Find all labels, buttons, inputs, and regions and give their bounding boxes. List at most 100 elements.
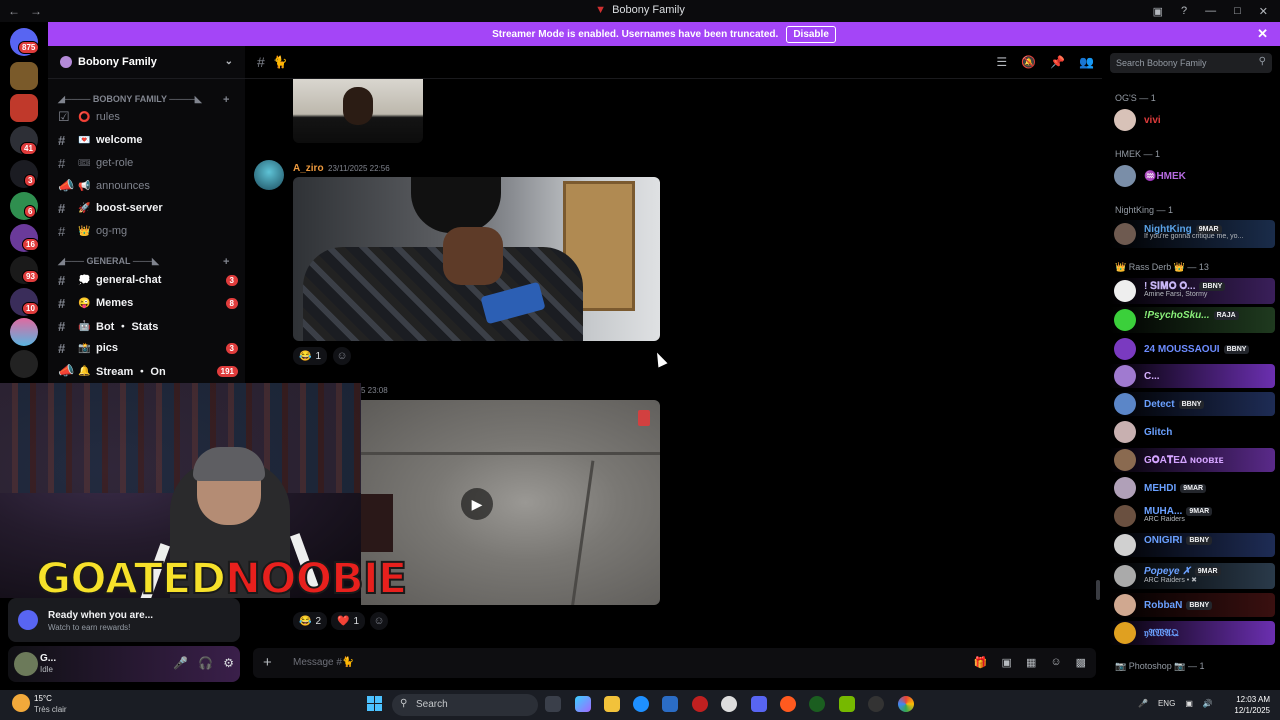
gift-icon[interactable]: 🎁: [974, 656, 988, 669]
headphones-icon[interactable]: 🎧: [198, 656, 213, 670]
member-item[interactable]: RobbaN BBNY: [1109, 593, 1275, 617]
image-attachment[interactable]: [293, 79, 423, 143]
file-explorer-icon[interactable]: [604, 696, 620, 712]
taskbar-search[interactable]: ⚲ Search: [392, 694, 538, 716]
avatar[interactable]: [14, 652, 38, 676]
channel-name: og-mg: [96, 225, 128, 237]
clock[interactable]: 12:03 AM 12/1/2025: [1226, 694, 1270, 716]
channel-og-mg[interactable]: # 👑 og-mg: [58, 221, 238, 241]
message-composer[interactable]: + Message #🐈 🎁 ▣ ▦ ☺ ▩: [253, 648, 1096, 678]
minimize-button[interactable]: —: [1205, 5, 1216, 17]
avatar: [1114, 223, 1136, 245]
reaction-heart[interactable]: ❤️ 1: [331, 612, 366, 630]
inbox-icon[interactable]: ▣: [1153, 5, 1163, 18]
chrome-icon[interactable]: [898, 696, 914, 712]
channel-stream-on[interactable]: 📣 🔔 Stream ・ On 191: [58, 361, 238, 381]
help-icon[interactable]: ?: [1181, 5, 1187, 17]
message-input[interactable]: Message #🐈: [293, 657, 354, 668]
microphone-icon[interactable]: 🎤: [173, 656, 188, 670]
member-item[interactable]: MUHA... 9MAR ARC Raiders: [1109, 503, 1275, 529]
member-item[interactable]: vivi: [1109, 108, 1275, 132]
obs-icon[interactable]: [868, 696, 884, 712]
add-channel-icon[interactable]: +: [223, 256, 229, 268]
member-item[interactable]: G𝐎Α𝐓ΕΔ ɴᴏᴏʙɪᴇ: [1109, 448, 1275, 472]
category-general[interactable]: ◢─── GENERAL ───◣ +: [58, 256, 229, 268]
channel-announces[interactable]: 📣 📢 announces: [58, 176, 238, 196]
add-reaction-icon[interactable]: ☺: [370, 612, 388, 630]
threads-icon[interactable]: ☰: [996, 55, 1007, 69]
rewards-panel[interactable]: Ready when you are... Watch to earn rewa…: [8, 598, 240, 642]
close-banner-icon[interactable]: ✕: [1257, 26, 1268, 42]
channel-welcome[interactable]: # 💌 welcome: [58, 130, 238, 150]
apps-icon[interactable]: ▩: [1076, 656, 1086, 669]
member-item[interactable]: Glitch: [1109, 420, 1275, 444]
member-item[interactable]: !PsychoSku... RAJA: [1109, 307, 1275, 333]
members-icon[interactable]: 👥: [1079, 55, 1094, 69]
server-icon[interactable]: [10, 318, 38, 346]
windows-start-icon[interactable]: [367, 696, 383, 712]
member-item[interactable]: ! 𝐒𝐈𝐌𝐎 𝐎... BBNY Amine Farsi, Stormy: [1109, 278, 1275, 304]
member-item[interactable]: NightKing 9MAR If you're gonna critique me…: [1109, 220, 1275, 248]
nvidia-icon[interactable]: [839, 696, 855, 712]
attach-plus-icon[interactable]: +: [263, 654, 272, 671]
member-item[interactable]: C...: [1109, 364, 1275, 388]
channel-memes[interactable]: # 😜 Memes 8: [58, 293, 238, 313]
server-icon[interactable]: [10, 350, 38, 378]
discord-icon[interactable]: [751, 696, 767, 712]
add-channel-icon[interactable]: +: [223, 94, 229, 106]
sticker-icon[interactable]: ▦: [1026, 656, 1036, 669]
browser-icon[interactable]: [780, 696, 796, 712]
channel-name: boost-server: [96, 202, 163, 214]
member-item[interactable]: 24 MOUSSAOUI BBNY: [1109, 337, 1275, 361]
language-indicator[interactable]: ENG: [1158, 699, 1175, 708]
weather-icon[interactable]: [12, 694, 30, 712]
channel-boost-server[interactable]: # 🚀 boost-server: [58, 198, 238, 218]
message-author[interactable]: A_ziro: [293, 163, 324, 174]
play-icon[interactable]: ▶: [461, 488, 493, 520]
channel-general-chat[interactable]: # 💭 general-chat 3: [58, 270, 238, 290]
member-item[interactable]: Detect BBNY: [1109, 392, 1275, 416]
store-icon[interactable]: [662, 696, 678, 712]
network-icon[interactable]: ▣: [1185, 699, 1193, 708]
xbox-icon[interactable]: [809, 696, 825, 712]
channel-rules[interactable]: ☑ ⭕ rules: [58, 107, 238, 127]
close-button[interactable]: ✕: [1259, 5, 1268, 18]
channel-bot-stats[interactable]: # 🤖 Bot ・ Stats: [58, 316, 238, 336]
mic-tray-icon[interactable]: 🎤: [1138, 699, 1148, 708]
hash-icon: #: [58, 223, 66, 239]
steam-icon[interactable]: [721, 696, 737, 712]
scrollbar[interactable]: [1096, 580, 1100, 600]
search-input[interactable]: Search Bobony Family ⚲: [1110, 53, 1272, 73]
reaction-laugh[interactable]: 😂 2: [293, 612, 328, 630]
channel-get-role[interactable]: # 🎟 get-role: [58, 153, 238, 173]
image-attachment[interactable]: [293, 177, 660, 341]
member-item[interactable]: ♒HMEK: [1109, 164, 1275, 188]
bell-icon[interactable]: 🔕: [1021, 55, 1036, 69]
task-view-icon[interactable]: [545, 696, 561, 712]
member-item[interactable]: ONIGIRI BBNY: [1109, 533, 1275, 557]
edge-icon[interactable]: [633, 696, 649, 712]
emoji-icon[interactable]: ☺: [1050, 656, 1061, 669]
add-reaction-icon[interactable]: ☺: [333, 347, 351, 365]
copilot-icon[interactable]: [575, 696, 591, 712]
member-name: RobbaN: [1144, 599, 1183, 611]
channel-pics[interactable]: # 📸 pics 3: [58, 338, 238, 358]
system-tray: 🎤 ENG ▣ 🔊: [1138, 699, 1213, 708]
maximize-button[interactable]: □: [1234, 5, 1241, 17]
reaction-laugh[interactable]: 😂 1: [293, 347, 328, 365]
server-icon[interactable]: [10, 94, 38, 122]
volume-icon[interactable]: 🔊: [1203, 699, 1213, 708]
member-item[interactable]: MEHDI 9MAR: [1109, 476, 1275, 500]
avatar[interactable]: [254, 160, 284, 190]
guild-header[interactable]: Bobony Family ⌄: [48, 46, 245, 79]
category-bobony-family[interactable]: ◢──── BOBONY FAMILY ────◣ +: [58, 94, 229, 106]
app-icon[interactable]: [692, 696, 708, 712]
member-item[interactable]: 𝔶𝔄𝔚𝔄𝔔: [1109, 621, 1275, 645]
gear-icon[interactable]: ⚙: [223, 656, 234, 670]
server-icon[interactable]: [10, 62, 38, 90]
member-item[interactable]: Popeye ✗ 9MAR ARC Raiders • ✖: [1109, 563, 1275, 589]
disable-button[interactable]: Disable: [786, 25, 836, 43]
gif-icon[interactable]: ▣: [1002, 656, 1012, 669]
pin-icon[interactable]: 📌: [1050, 55, 1065, 69]
orb-icon: [18, 610, 38, 630]
